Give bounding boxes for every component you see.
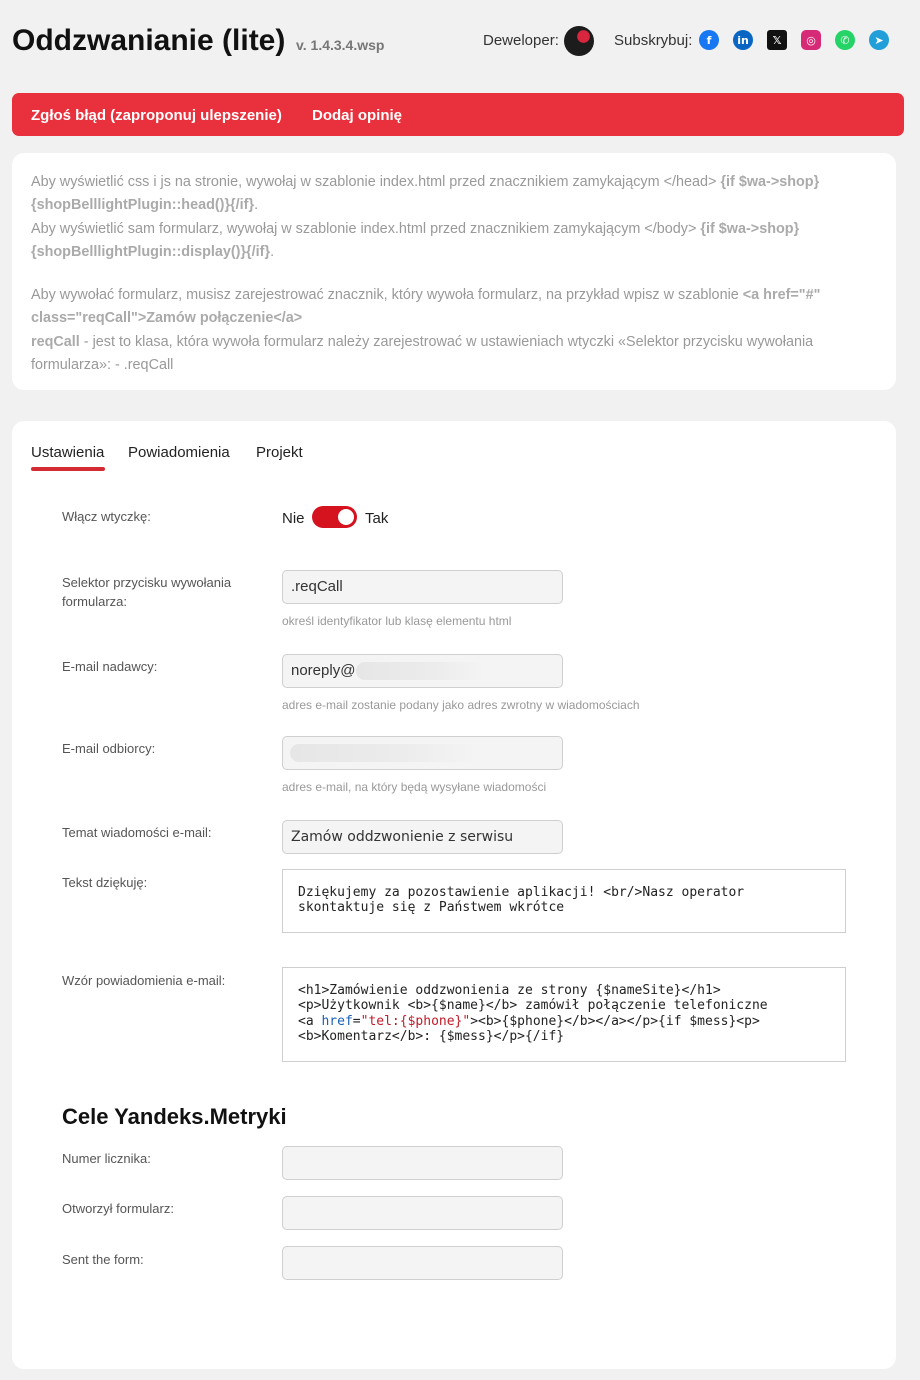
info-card: Aby wyświetlić css i js na stronie, wywo…	[12, 153, 896, 390]
toggle-yes-label: Tak	[365, 510, 389, 527]
selector-label: Selektor przycisku wywołania formularza:	[62, 575, 232, 609]
add-review-link[interactable]: Dodaj opinię	[312, 107, 402, 124]
selector-input[interactable]: .reqCall	[282, 570, 563, 604]
info-head: Aby wyświetlić css i js na stronie, wywo…	[31, 174, 820, 214]
redacted-text	[356, 662, 486, 680]
subject-input[interactable]: Zamów oddzwonienie z serwisu	[282, 820, 563, 854]
app-version: v. 1.4.3.4.wsp	[296, 37, 385, 53]
recipient-hint: adres e-mail, na który będą wysyłane wia…	[282, 780, 547, 794]
selector-hint: określ identyfikator lub klasę elementu …	[282, 614, 512, 628]
enable-toggle[interactable]	[312, 506, 357, 528]
instagram-icon[interactable]: ◎	[801, 30, 821, 50]
email-template-editor[interactable]: <h1>Zamówienie oddzwonienia ze strony {$…	[282, 967, 846, 1062]
header: Oddzwanianie (lite) v. 1.4.3.4.wsp Dewel…	[0, 0, 920, 90]
active-tab-indicator	[31, 467, 105, 471]
sender-hint: adres e-mail zostanie podany jako adres …	[282, 698, 640, 712]
thanks-textarea[interactable]: Dziękujemy za pozostawienie aplikacji! <…	[282, 869, 846, 933]
facebook-icon[interactable]: f	[699, 30, 719, 50]
x-icon[interactable]: 𝕏	[767, 30, 787, 50]
redacted-text	[290, 744, 478, 762]
counter-input[interactable]	[282, 1146, 563, 1180]
developer-avatar[interactable]	[564, 26, 594, 56]
enable-label: Włącz wtyczkę:	[62, 509, 151, 524]
metrics-title: Cele Yandeks.Metryki	[62, 1104, 287, 1129]
subscribe-label: Subskrybuj:	[614, 32, 693, 49]
template-label: Wzór powiadomienia e-mail:	[62, 973, 226, 988]
tab-design[interactable]: Projekt	[256, 444, 303, 461]
info-trigger: Aby wywołać formularz, musisz zarejestro…	[31, 287, 821, 327]
app-title: Oddzwanianie (lite)	[12, 24, 286, 57]
sender-label: E-mail nadawcy:	[62, 659, 158, 674]
opened-form-input[interactable]	[282, 1196, 563, 1230]
counter-label: Numer licznika:	[62, 1151, 151, 1166]
sent-form-input[interactable]	[282, 1246, 563, 1280]
opened-form-label: Otworzył formularz:	[62, 1201, 174, 1216]
report-bug-link[interactable]: Zgłoś błąd (zaproponuj ulepszenie)	[31, 107, 282, 124]
whatsapp-icon[interactable]: ✆	[835, 30, 855, 50]
subject-label: Temat wiadomości e-mail:	[62, 825, 212, 840]
tab-settings[interactable]: Ustawienia	[31, 444, 104, 461]
developer-label: Deweloper:	[483, 32, 559, 49]
recipient-label: E-mail odbiorcy:	[62, 741, 156, 756]
tab-notifications[interactable]: Powiadomienia	[128, 444, 230, 461]
sent-form-label: Sent the form:	[62, 1252, 144, 1267]
toggle-no-label: Nie	[282, 510, 305, 527]
linkedin-icon[interactable]: in	[733, 30, 753, 50]
thanks-label: Tekst dziękuję:	[62, 875, 148, 890]
info-display: Aby wyświetlić sam formularz, wywołaj w …	[31, 220, 800, 260]
telegram-icon[interactable]: ➤	[869, 30, 889, 50]
info-class: reqCall - jest to klasa, która wywoła fo…	[31, 333, 814, 374]
action-bar: Zgłoś błąd (zaproponuj ulepszenie) Dodaj…	[12, 93, 904, 136]
